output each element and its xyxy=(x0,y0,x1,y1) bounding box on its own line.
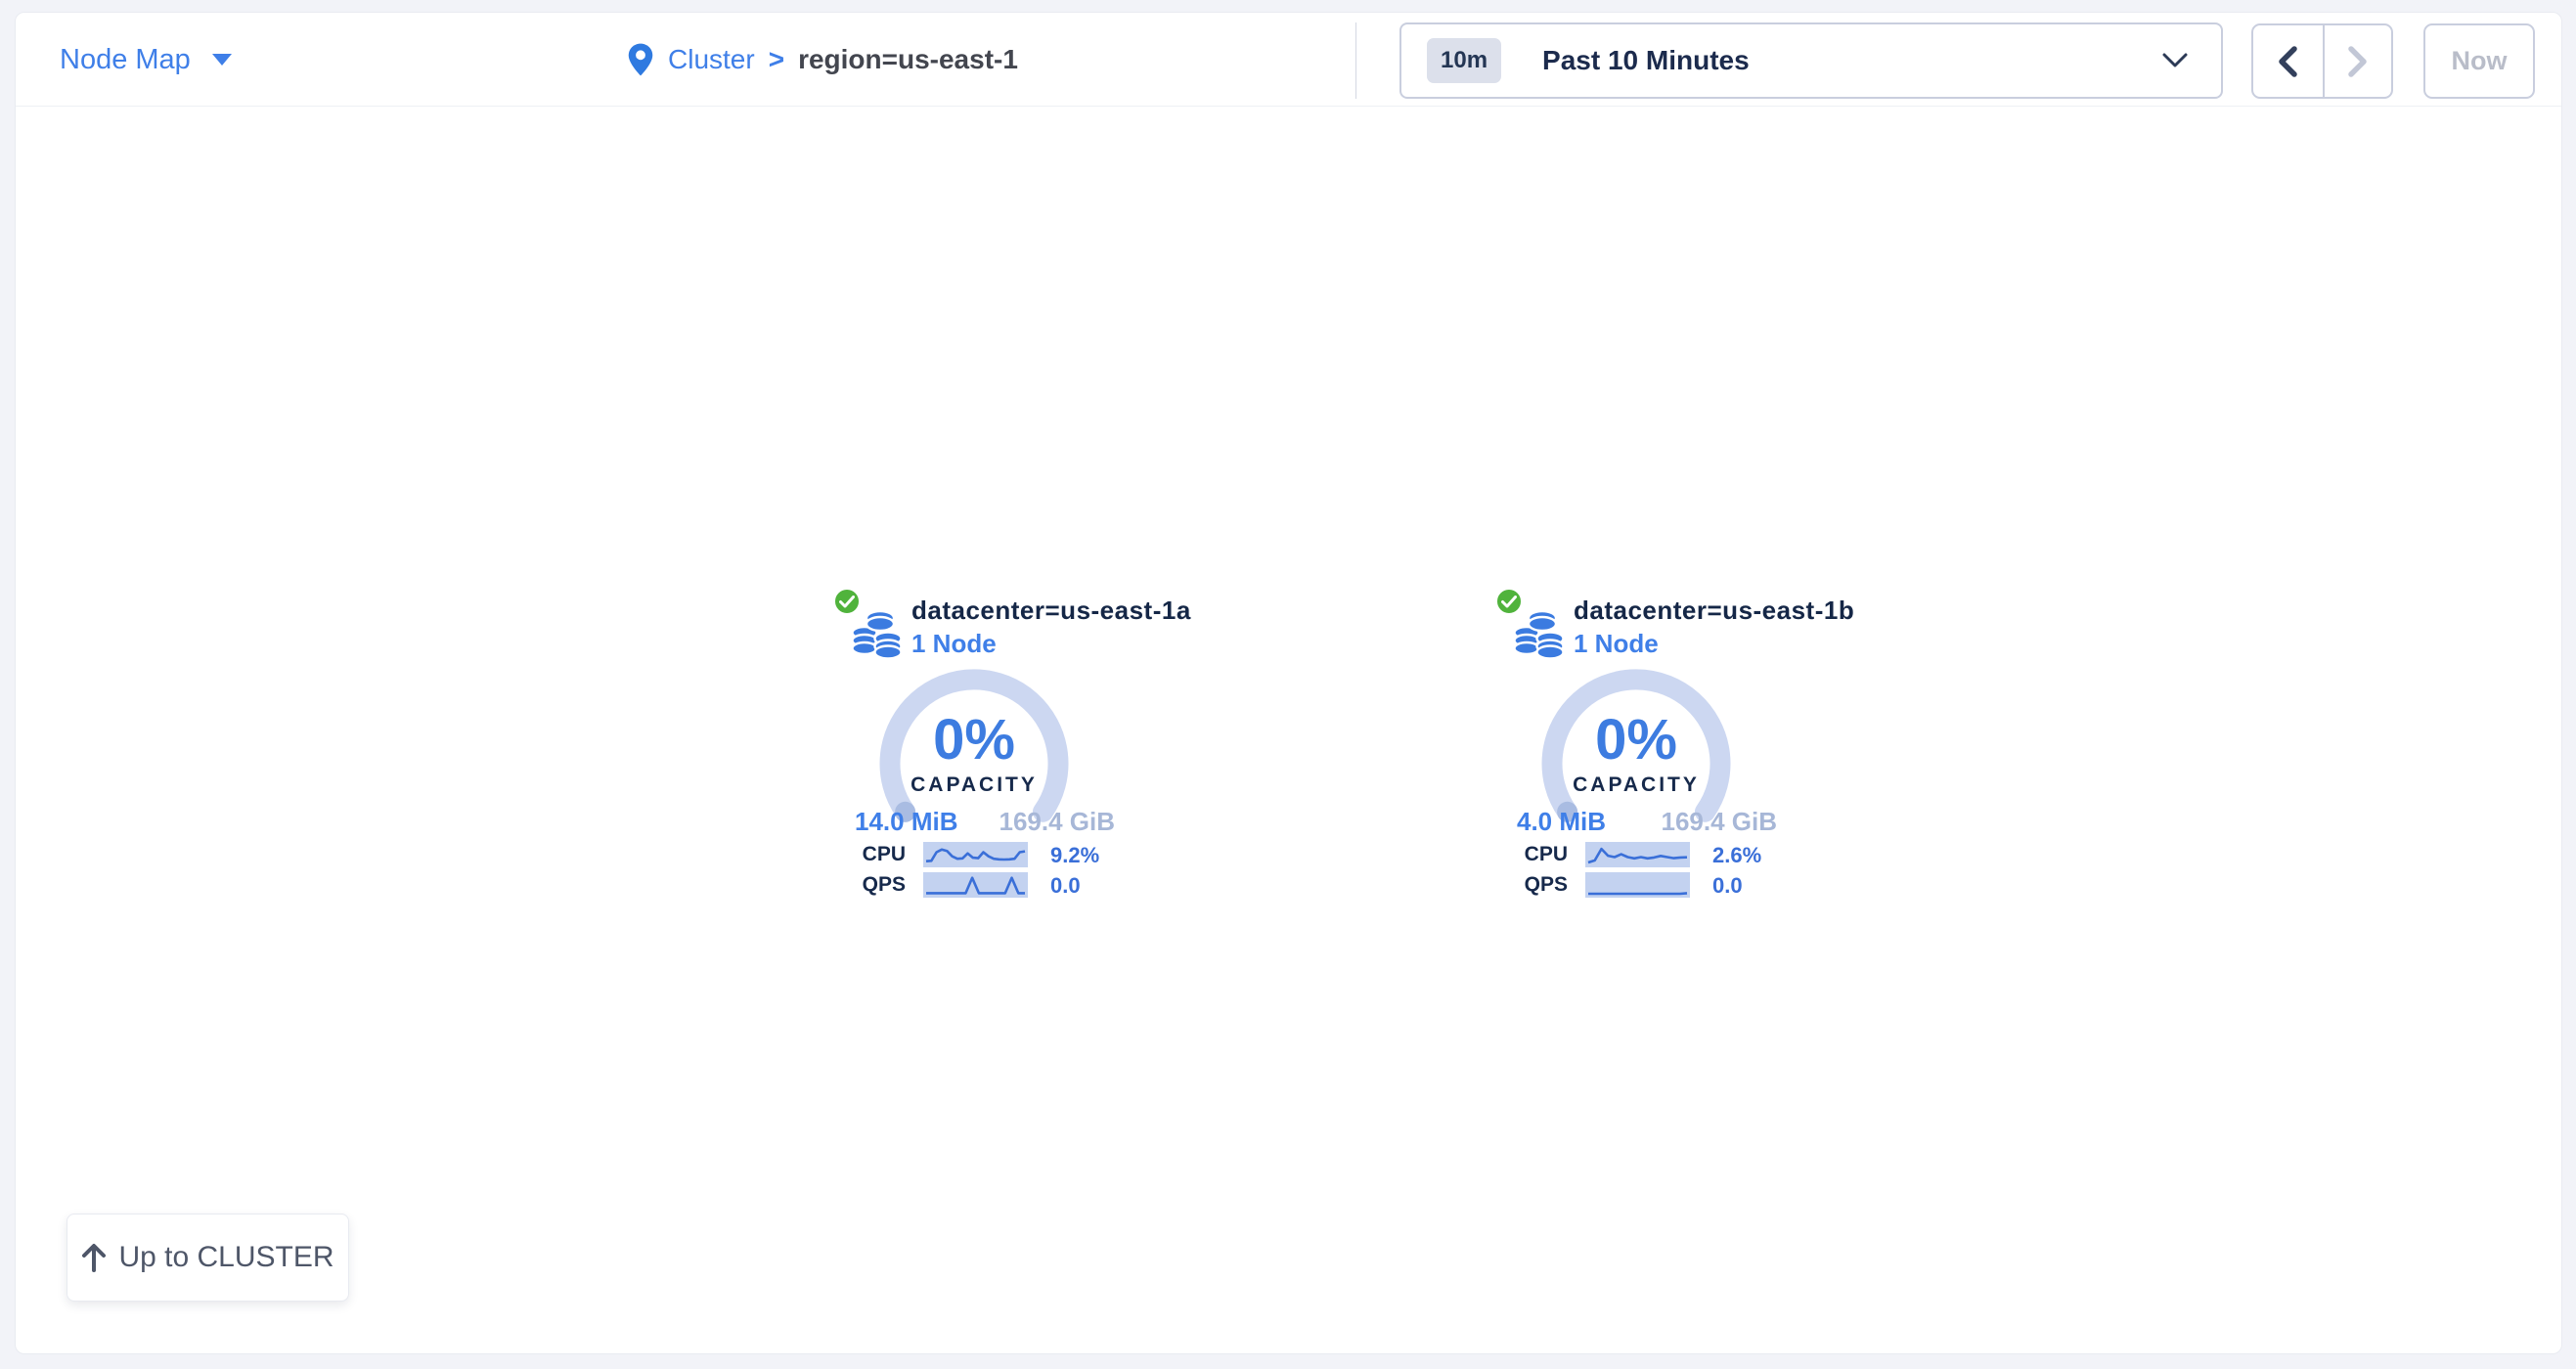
capacity-percent: 0% xyxy=(769,707,1179,773)
topbar-divider xyxy=(1355,22,1356,99)
capacity-usage-row: 4.0 MiB 169.4 GiB xyxy=(1517,807,1777,837)
capacity-label: CAPACITY xyxy=(769,773,1179,797)
capacity-usage-row: 14.0 MiB 169.4 GiB xyxy=(855,807,1115,837)
capacity-percent: 0% xyxy=(1431,707,1842,773)
cpu-label: CPU xyxy=(1431,843,1568,866)
datacenter-group-us-east-1a[interactable]: datacenter=us-east-1a 1 Node 0% CAPACITY… xyxy=(769,588,1179,920)
breadcrumb-cluster-link[interactable]: Cluster xyxy=(668,44,755,75)
time-range-dropdown[interactable]: 10m Past 10 Minutes xyxy=(1399,22,2223,99)
time-nav-group xyxy=(2251,23,2393,99)
cpu-sparkline xyxy=(1585,842,1690,867)
topbar: Node Map Cluster > region=us-east-1 10m … xyxy=(16,13,2561,107)
qps-sparkline xyxy=(923,872,1028,898)
qps-sparkline xyxy=(1585,872,1690,898)
up-to-cluster-button[interactable]: Up to CLUSTER xyxy=(67,1214,349,1302)
capacity-used: 4.0 MiB xyxy=(1517,807,1606,837)
database-stack-icon xyxy=(851,607,906,660)
chevron-left-icon xyxy=(2276,45,2299,78)
capacity-label: CAPACITY xyxy=(1431,773,1842,797)
time-range-badge: 10m xyxy=(1427,38,1501,83)
qps-value: 0.0 xyxy=(1712,873,1743,899)
chevron-right-icon xyxy=(2346,45,2370,78)
cpu-value: 2.6% xyxy=(1712,843,1761,868)
cpu-metric-row: CPU 2.6% xyxy=(1431,842,1842,867)
arrow-up-icon xyxy=(81,1243,107,1272)
map-pin-icon xyxy=(627,42,654,77)
database-stack-icon xyxy=(1513,607,1568,660)
capacity-total: 169.4 GiB xyxy=(999,807,1115,837)
time-prev-button[interactable] xyxy=(2253,25,2323,97)
breadcrumb: Cluster > region=us-east-1 xyxy=(627,13,1018,107)
now-button[interactable]: Now xyxy=(2423,23,2535,99)
cpu-value: 9.2% xyxy=(1050,843,1099,868)
content-card: Node Map Cluster > region=us-east-1 10m … xyxy=(15,12,2562,1354)
capacity-total: 169.4 GiB xyxy=(1661,807,1777,837)
capacity-used: 14.0 MiB xyxy=(855,807,958,837)
qps-metric-row: QPS 0.0 xyxy=(1431,872,1842,898)
chevron-down-icon xyxy=(2162,52,2188,69)
view-selector-dropdown[interactable]: Node Map xyxy=(60,13,232,107)
view-selector-label: Node Map xyxy=(60,44,191,76)
cpu-sparkline xyxy=(923,842,1028,867)
breadcrumb-separator: > xyxy=(769,44,784,75)
time-range-label: Past 10 Minutes xyxy=(1542,45,1750,76)
datacenter-group-us-east-1b[interactable]: datacenter=us-east-1b 1 Node 0% CAPACITY… xyxy=(1431,588,1842,920)
check-circle-icon xyxy=(833,588,861,615)
qps-metric-row: QPS 0.0 xyxy=(769,872,1179,898)
caret-down-icon xyxy=(212,54,232,66)
check-circle-icon xyxy=(1495,588,1523,615)
qps-label: QPS xyxy=(769,873,906,897)
up-to-cluster-label: Up to CLUSTER xyxy=(118,1241,333,1274)
breadcrumb-current: region=us-east-1 xyxy=(798,44,1018,75)
time-next-button[interactable] xyxy=(2323,25,2392,97)
qps-value: 0.0 xyxy=(1050,873,1081,899)
cpu-label: CPU xyxy=(769,843,906,866)
qps-label: QPS xyxy=(1431,873,1568,897)
cpu-metric-row: CPU 9.2% xyxy=(769,842,1179,867)
